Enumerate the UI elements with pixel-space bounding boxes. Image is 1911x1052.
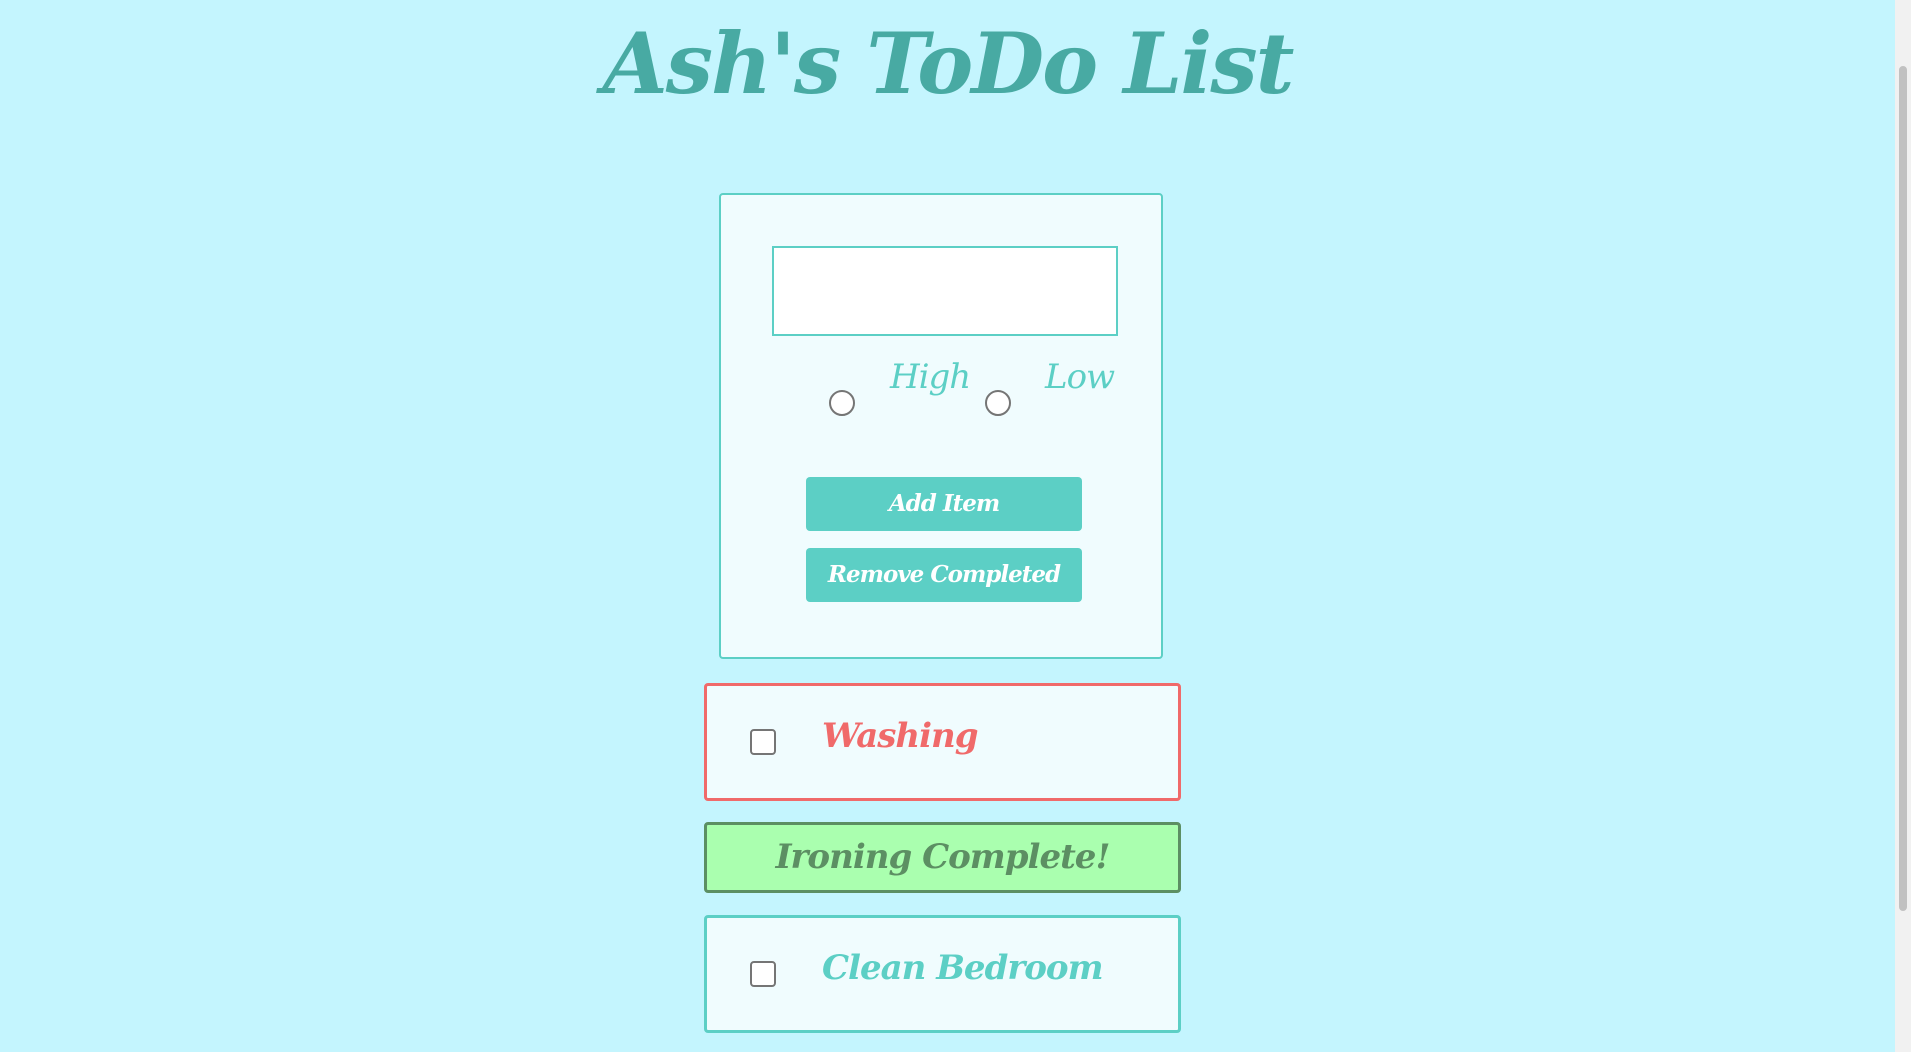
item-checkbox[interactable] bbox=[750, 729, 776, 755]
item-label: Washing bbox=[822, 716, 979, 756]
low-priority-label: Low bbox=[1045, 357, 1115, 397]
vertical-scrollbar[interactable] bbox=[1895, 0, 1911, 1052]
add-item-button[interactable]: Add Item bbox=[806, 477, 1082, 531]
item-checkbox[interactable] bbox=[750, 961, 776, 987]
scrollbar-thumb[interactable] bbox=[1899, 66, 1907, 911]
list-item: Clean Bedroom bbox=[704, 915, 1181, 1033]
item-label: Clean Bedroom bbox=[822, 948, 1104, 988]
list-item: Washing bbox=[704, 683, 1181, 801]
low-priority-radio[interactable] bbox=[985, 390, 1011, 416]
list-item-complete: Ironing Complete! bbox=[704, 822, 1181, 893]
todo-input[interactable] bbox=[772, 246, 1118, 336]
high-priority-label: High bbox=[890, 357, 971, 397]
item-complete-label: Ironing Complete! bbox=[775, 837, 1111, 877]
high-priority-radio[interactable] bbox=[829, 390, 855, 416]
page-title: Ash's ToDo List bbox=[602, 14, 1295, 113]
add-item-form: High Low Add Item Remove Completed bbox=[719, 193, 1163, 659]
remove-completed-button[interactable]: Remove Completed bbox=[806, 548, 1082, 602]
